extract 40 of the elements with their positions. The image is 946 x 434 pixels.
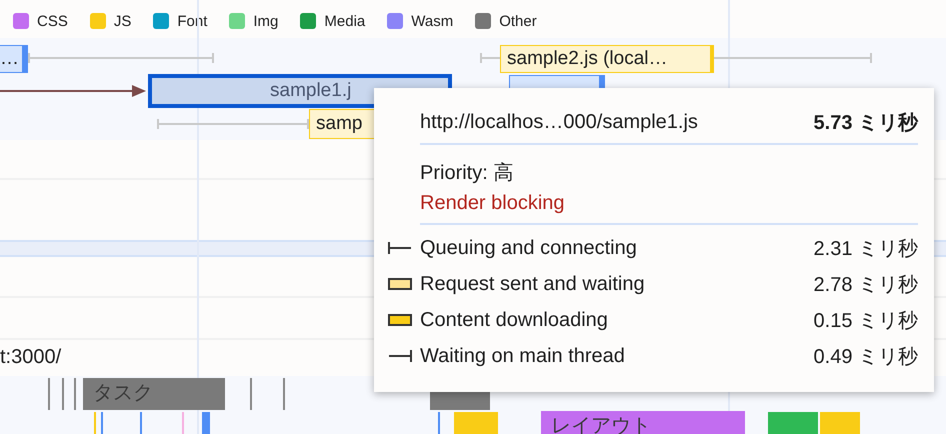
legend-label: Wasm	[411, 12, 454, 30]
legend-label: Font	[177, 12, 208, 30]
phase-label: Request sent and waiting	[420, 272, 646, 296]
phase-label: Queuing and connecting	[420, 236, 638, 260]
wait-line-icon	[388, 349, 412, 363]
phase-time: 2.78 ミリ秒	[814, 272, 918, 298]
phase-time: 0.49 ミリ秒	[814, 344, 918, 370]
legend-label: Media	[324, 12, 366, 30]
event-marker	[202, 412, 210, 434]
render-blocking-text: Render blocking	[420, 192, 566, 215]
event-marker	[48, 378, 50, 410]
event-marker	[438, 412, 440, 434]
event-marker	[140, 412, 142, 434]
request-url: http://localhos…000/sample1.js	[420, 110, 698, 134]
swatch-icon	[388, 278, 412, 290]
phase-time: 0.15 ミリ秒	[814, 308, 918, 334]
queue-line-icon	[388, 241, 412, 255]
event-marker	[283, 378, 285, 410]
phase-label: Waiting on main thread	[420, 344, 626, 368]
event-marker	[182, 412, 184, 434]
event-marker	[62, 378, 64, 410]
phase-label: Content downloading	[420, 308, 609, 332]
legend-label: JS	[114, 12, 132, 30]
event-marker	[454, 412, 498, 434]
event-marker	[101, 412, 103, 434]
event-marker	[768, 412, 818, 434]
event-marker	[820, 412, 860, 434]
network-request-bar[interactable]: sample2.js (local…	[500, 45, 714, 73]
event-marker	[74, 378, 76, 410]
legend-label: Other	[499, 12, 537, 30]
event-marker	[250, 378, 252, 410]
request-duration: 5.73 ミリ秒	[814, 110, 918, 136]
phase-time: 2.31 ミリ秒	[814, 236, 918, 262]
swatch-icon	[388, 314, 412, 326]
legend-label: Img	[253, 12, 278, 30]
network-request-bar[interactable]: …	[0, 45, 28, 73]
track-label: t:3000/	[0, 346, 62, 369]
event-marker	[94, 412, 96, 434]
legend-label: CSS	[37, 12, 68, 30]
priority-text: Priority: 高	[420, 161, 514, 186]
